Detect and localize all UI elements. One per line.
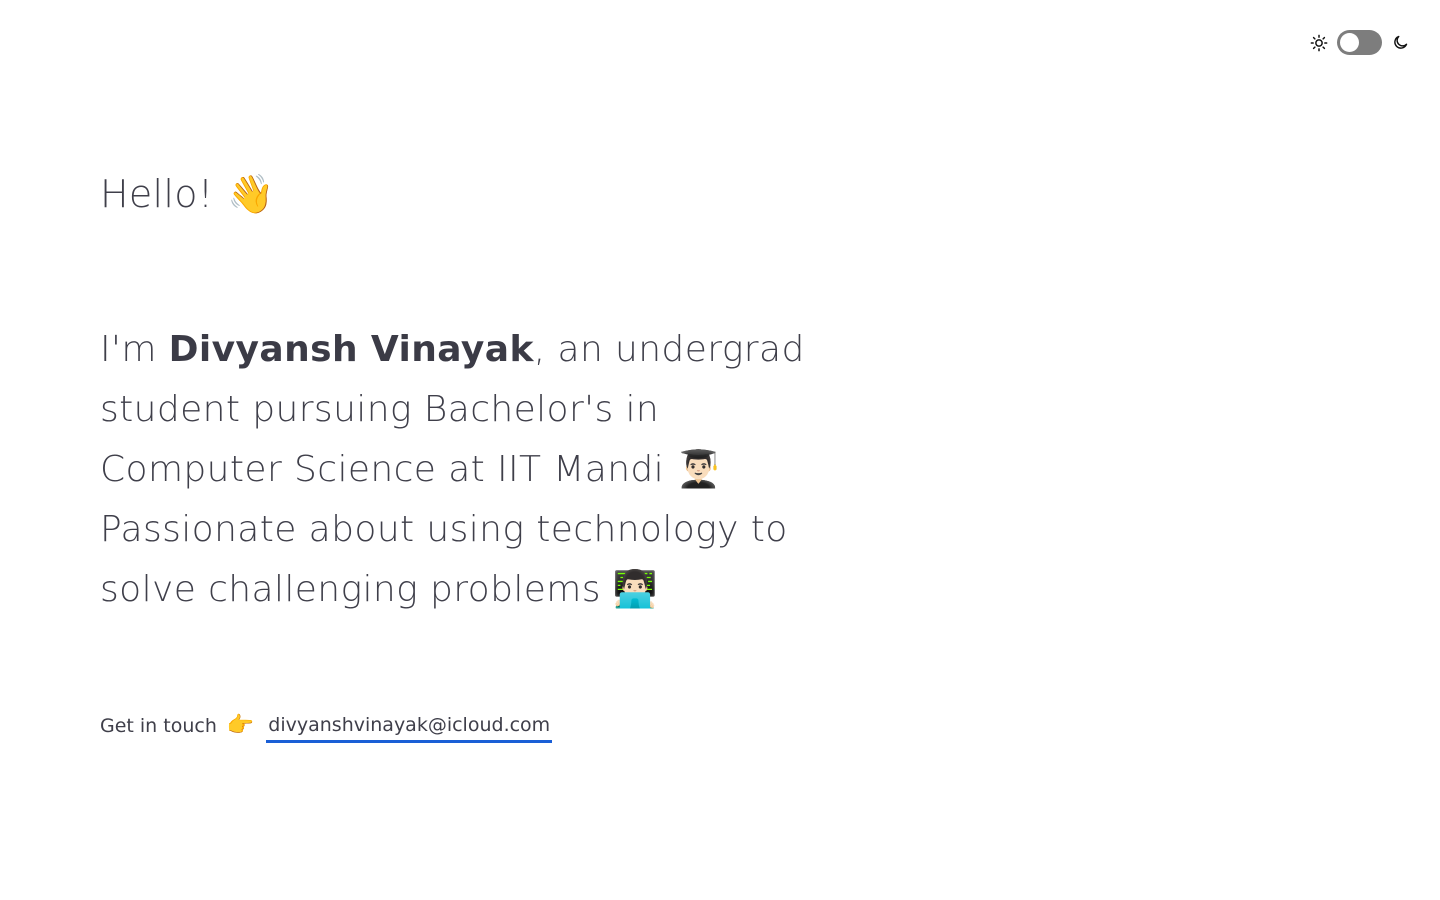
moon-icon xyxy=(1390,33,1410,53)
student-icon: 👨🏻‍🎓 xyxy=(675,449,722,490)
contact-label: Get in touch xyxy=(100,715,217,737)
theme-toggle xyxy=(1309,29,1410,56)
intro-line-2: student pursuing Bachelor's in xyxy=(100,389,660,430)
contact-row: Get in touch 👉 divyanshvinayak@icloud.co… xyxy=(100,708,553,744)
sun-icon xyxy=(1309,33,1329,53)
intro-line-1-suffix: , an undergrad xyxy=(533,329,805,370)
author-name: Divyansh Vinayak xyxy=(168,329,534,370)
intro-line-1: I'm Divyansh Vinayak, an undergrad xyxy=(100,320,804,380)
pointing-right-icon: 👉 xyxy=(226,713,255,738)
intro-line-3: Computer Science at IIT Mandi 👨🏻‍🎓 xyxy=(100,440,790,500)
switch-knob xyxy=(1340,33,1359,52)
greeting-text: Hello! xyxy=(100,172,214,216)
email-link[interactable]: divyanshvinayak@icloud.com xyxy=(266,710,553,743)
intro-line-3-text: Computer Science at IIT Mandi xyxy=(100,449,665,490)
technologist-icon: 👨🏻‍💻 xyxy=(612,569,658,610)
intro-line-5: solve challenging problems 👨🏻‍💻 xyxy=(100,560,790,620)
waving-hand-icon: 👋 xyxy=(227,172,275,216)
greeting-heading: Hello! 👋 xyxy=(100,166,275,222)
intro-line-5-text: solve challenging problems xyxy=(100,569,601,610)
intro-paragraph: I'm Divyansh Vinayak, an undergrad stude… xyxy=(100,320,804,620)
dark-mode-switch[interactable] xyxy=(1337,30,1382,55)
intro-prefix: I'm xyxy=(100,329,169,370)
intro-line-4: Passionate about using technology to xyxy=(100,509,788,550)
